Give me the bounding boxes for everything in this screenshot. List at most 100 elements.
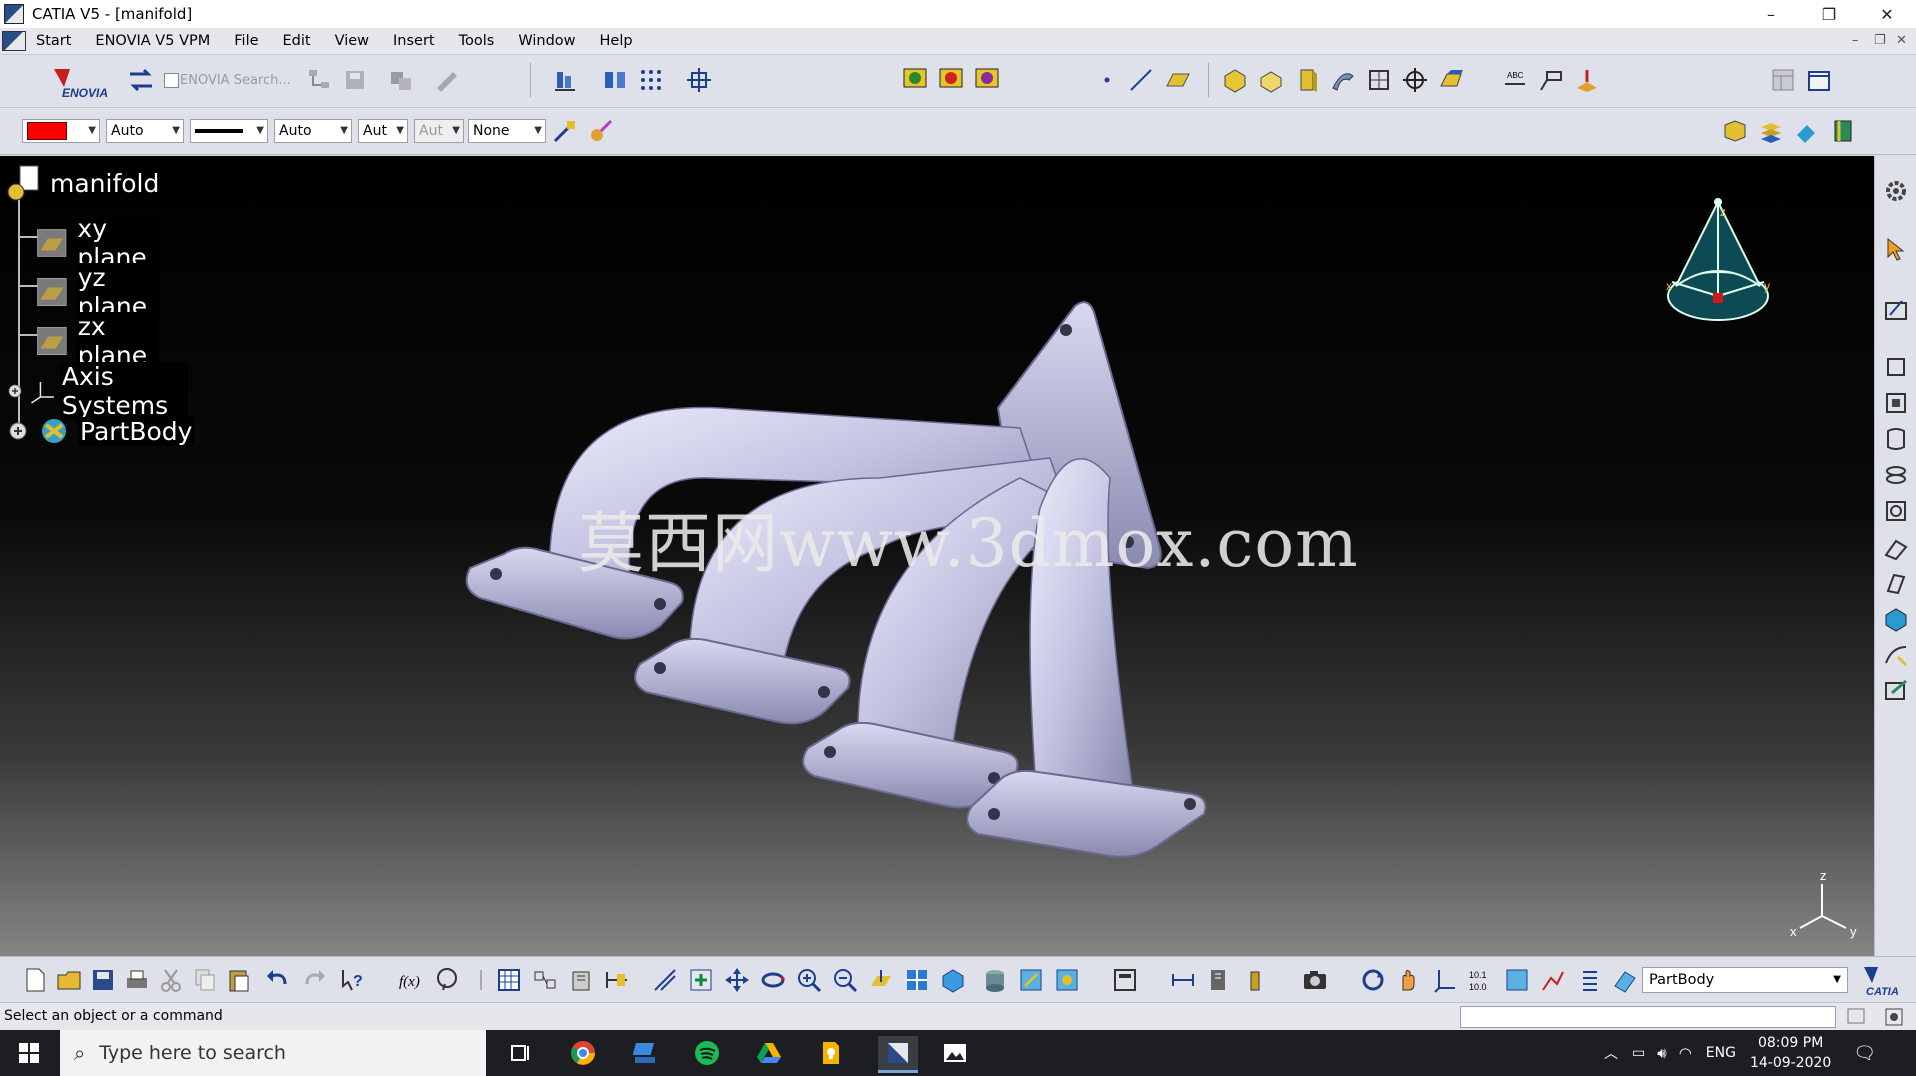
pocket-icon[interactable] xyxy=(1256,65,1286,95)
command-list-icon[interactable] xyxy=(1842,1003,1870,1031)
exploded-view-icon[interactable] xyxy=(600,65,630,95)
menu-help[interactable]: Help xyxy=(588,33,645,49)
sketch-analysis-icon[interactable] xyxy=(1538,965,1568,995)
pad-icon[interactable] xyxy=(1881,352,1911,382)
fit-all-icon[interactable] xyxy=(686,965,716,995)
measure-inertia-icon[interactable] xyxy=(1364,65,1394,95)
normal-view-icon[interactable] xyxy=(866,965,896,995)
minimize-button[interactable]: – xyxy=(1742,0,1800,28)
mdi-minimize-button[interactable]: – xyxy=(1852,33,1859,48)
chrome-icon[interactable] xyxy=(568,1038,598,1068)
save-icon[interactable] xyxy=(88,965,118,995)
keep-icon[interactable] xyxy=(816,1038,846,1068)
book-icon[interactable] xyxy=(1828,116,1858,146)
chamfer-icon[interactable] xyxy=(1881,640,1911,670)
menu-window[interactable]: Window xyxy=(506,33,587,49)
split-view-icon[interactable] xyxy=(1804,65,1834,95)
knowledge-icon[interactable] xyxy=(432,965,462,995)
design-table-icon[interactable] xyxy=(530,965,560,995)
color-combo[interactable]: ▼ xyxy=(22,119,100,143)
compass-icon[interactable]: z x y xyxy=(1660,196,1780,336)
light-icon[interactable] xyxy=(466,965,496,995)
grid-icon[interactable] xyxy=(636,65,666,95)
constraint-icon[interactable] xyxy=(1502,965,1532,995)
material-icon[interactable] xyxy=(586,116,616,146)
transparency-combo[interactable]: Auto ▼ xyxy=(106,119,184,143)
render-style-3-icon[interactable] xyxy=(972,63,1002,93)
enovia-link-icon[interactable] xyxy=(386,65,416,95)
print-icon[interactable] xyxy=(122,965,152,995)
close-button[interactable]: ✕ xyxy=(1858,0,1916,28)
catalog-icon[interactable] xyxy=(566,965,596,995)
sketch-icon[interactable] xyxy=(1881,294,1911,324)
axis-icon[interactable] xyxy=(1430,965,1460,995)
open-folder-icon[interactable] xyxy=(54,965,84,995)
measure-item-icon[interactable] xyxy=(1204,965,1234,995)
3d-annotation-icon[interactable] xyxy=(1572,65,1602,95)
gear-icon[interactable] xyxy=(1881,176,1911,206)
tree-item-partbody[interactable]: PartBody xyxy=(6,411,195,451)
point-icon[interactable] xyxy=(1092,65,1122,95)
copy-icon[interactable] xyxy=(190,965,220,995)
layers-icon[interactable] xyxy=(1756,116,1786,146)
battery-icon[interactable]: ▭ xyxy=(1632,1045,1645,1061)
document-icon[interactable] xyxy=(2,31,26,51)
title-bar[interactable]: CATIA V5 - [manifold] – ❐ ✕ xyxy=(0,0,1916,28)
capture-icon[interactable] xyxy=(1110,965,1140,995)
rotate-icon[interactable] xyxy=(758,965,788,995)
taskbar-search-box[interactable]: ⌕ Type here to search xyxy=(60,1030,486,1076)
fly-through-icon[interactable] xyxy=(650,965,680,995)
layer-combo[interactable]: None ▼ xyxy=(468,119,546,143)
photos-icon[interactable] xyxy=(940,1038,970,1068)
tree-root[interactable]: manifold xyxy=(6,164,162,202)
tree-root-label[interactable]: manifold xyxy=(48,168,162,198)
refresh-icon[interactable] xyxy=(1358,965,1388,995)
fly-mode-icon[interactable] xyxy=(550,65,580,95)
draft-icon[interactable] xyxy=(1881,676,1911,706)
target-icon[interactable] xyxy=(1400,65,1430,95)
menu-start[interactable]: Start xyxy=(26,33,83,49)
new-document-icon[interactable] xyxy=(20,965,50,995)
pad-icon[interactable] xyxy=(1220,65,1250,95)
menu-insert[interactable]: Insert xyxy=(381,33,447,49)
rib-icon[interactable] xyxy=(1328,65,1358,95)
menu-edit[interactable]: Edit xyxy=(271,33,323,49)
current-body-select[interactable]: PartBody ▼ xyxy=(1642,967,1848,993)
units-icon[interactable]: 10.1 10.0 xyxy=(1466,965,1496,995)
render-style-2-icon[interactable] xyxy=(936,63,966,93)
iso-view-icon[interactable] xyxy=(938,965,968,995)
chevron-up-icon[interactable]: ︿ xyxy=(1604,1043,1618,1063)
undo-icon[interactable] xyxy=(262,965,292,995)
snap-point-icon[interactable] xyxy=(684,65,714,95)
hole-icon[interactable] xyxy=(1881,496,1911,526)
power-input-icon[interactable] xyxy=(1880,1003,1908,1031)
menu-view[interactable]: View xyxy=(323,33,381,49)
volume-icon[interactable]: 🔊︎ xyxy=(1657,1044,1666,1062)
enovia-tree-icon[interactable] xyxy=(304,65,334,95)
line-type-combo[interactable]: ▼ xyxy=(190,119,268,143)
enovia-save-icon[interactable] xyxy=(340,65,370,95)
restore-button[interactable]: ❐ xyxy=(1800,0,1858,28)
pocket-icon[interactable] xyxy=(1881,388,1911,418)
menu-file[interactable]: File xyxy=(222,33,270,49)
shaft-icon[interactable] xyxy=(1881,424,1911,454)
linetype2-combo[interactable]: Aut ▼ xyxy=(358,119,408,143)
task-view-icon[interactable] xyxy=(506,1038,536,1068)
windows-start-icon[interactable] xyxy=(14,1038,44,1068)
redo-icon[interactable] xyxy=(300,965,330,995)
language-indicator[interactable]: ENG xyxy=(1706,1045,1736,1061)
notification-icon[interactable]: 🗨︎ xyxy=(1853,1043,1876,1064)
tree-item-label[interactable]: PartBody xyxy=(78,416,195,446)
enovia-search-checkbox[interactable] xyxy=(164,73,179,88)
formula-icon[interactable]: f(x) xyxy=(396,965,426,995)
catia-taskbar-icon[interactable] xyxy=(878,1036,918,1073)
catia-app-icon[interactable] xyxy=(4,4,24,24)
shaft-icon[interactable] xyxy=(1292,65,1322,95)
slot-icon[interactable] xyxy=(1881,568,1911,598)
table-icon[interactable] xyxy=(494,965,524,995)
list-icon[interactable] xyxy=(1574,965,1604,995)
scene-icon[interactable] xyxy=(1720,116,1750,146)
thickness-combo[interactable]: Auto ▼ xyxy=(274,119,352,143)
select-arrow-icon[interactable] xyxy=(1881,234,1911,264)
enovia-edit-icon[interactable] xyxy=(432,65,462,95)
